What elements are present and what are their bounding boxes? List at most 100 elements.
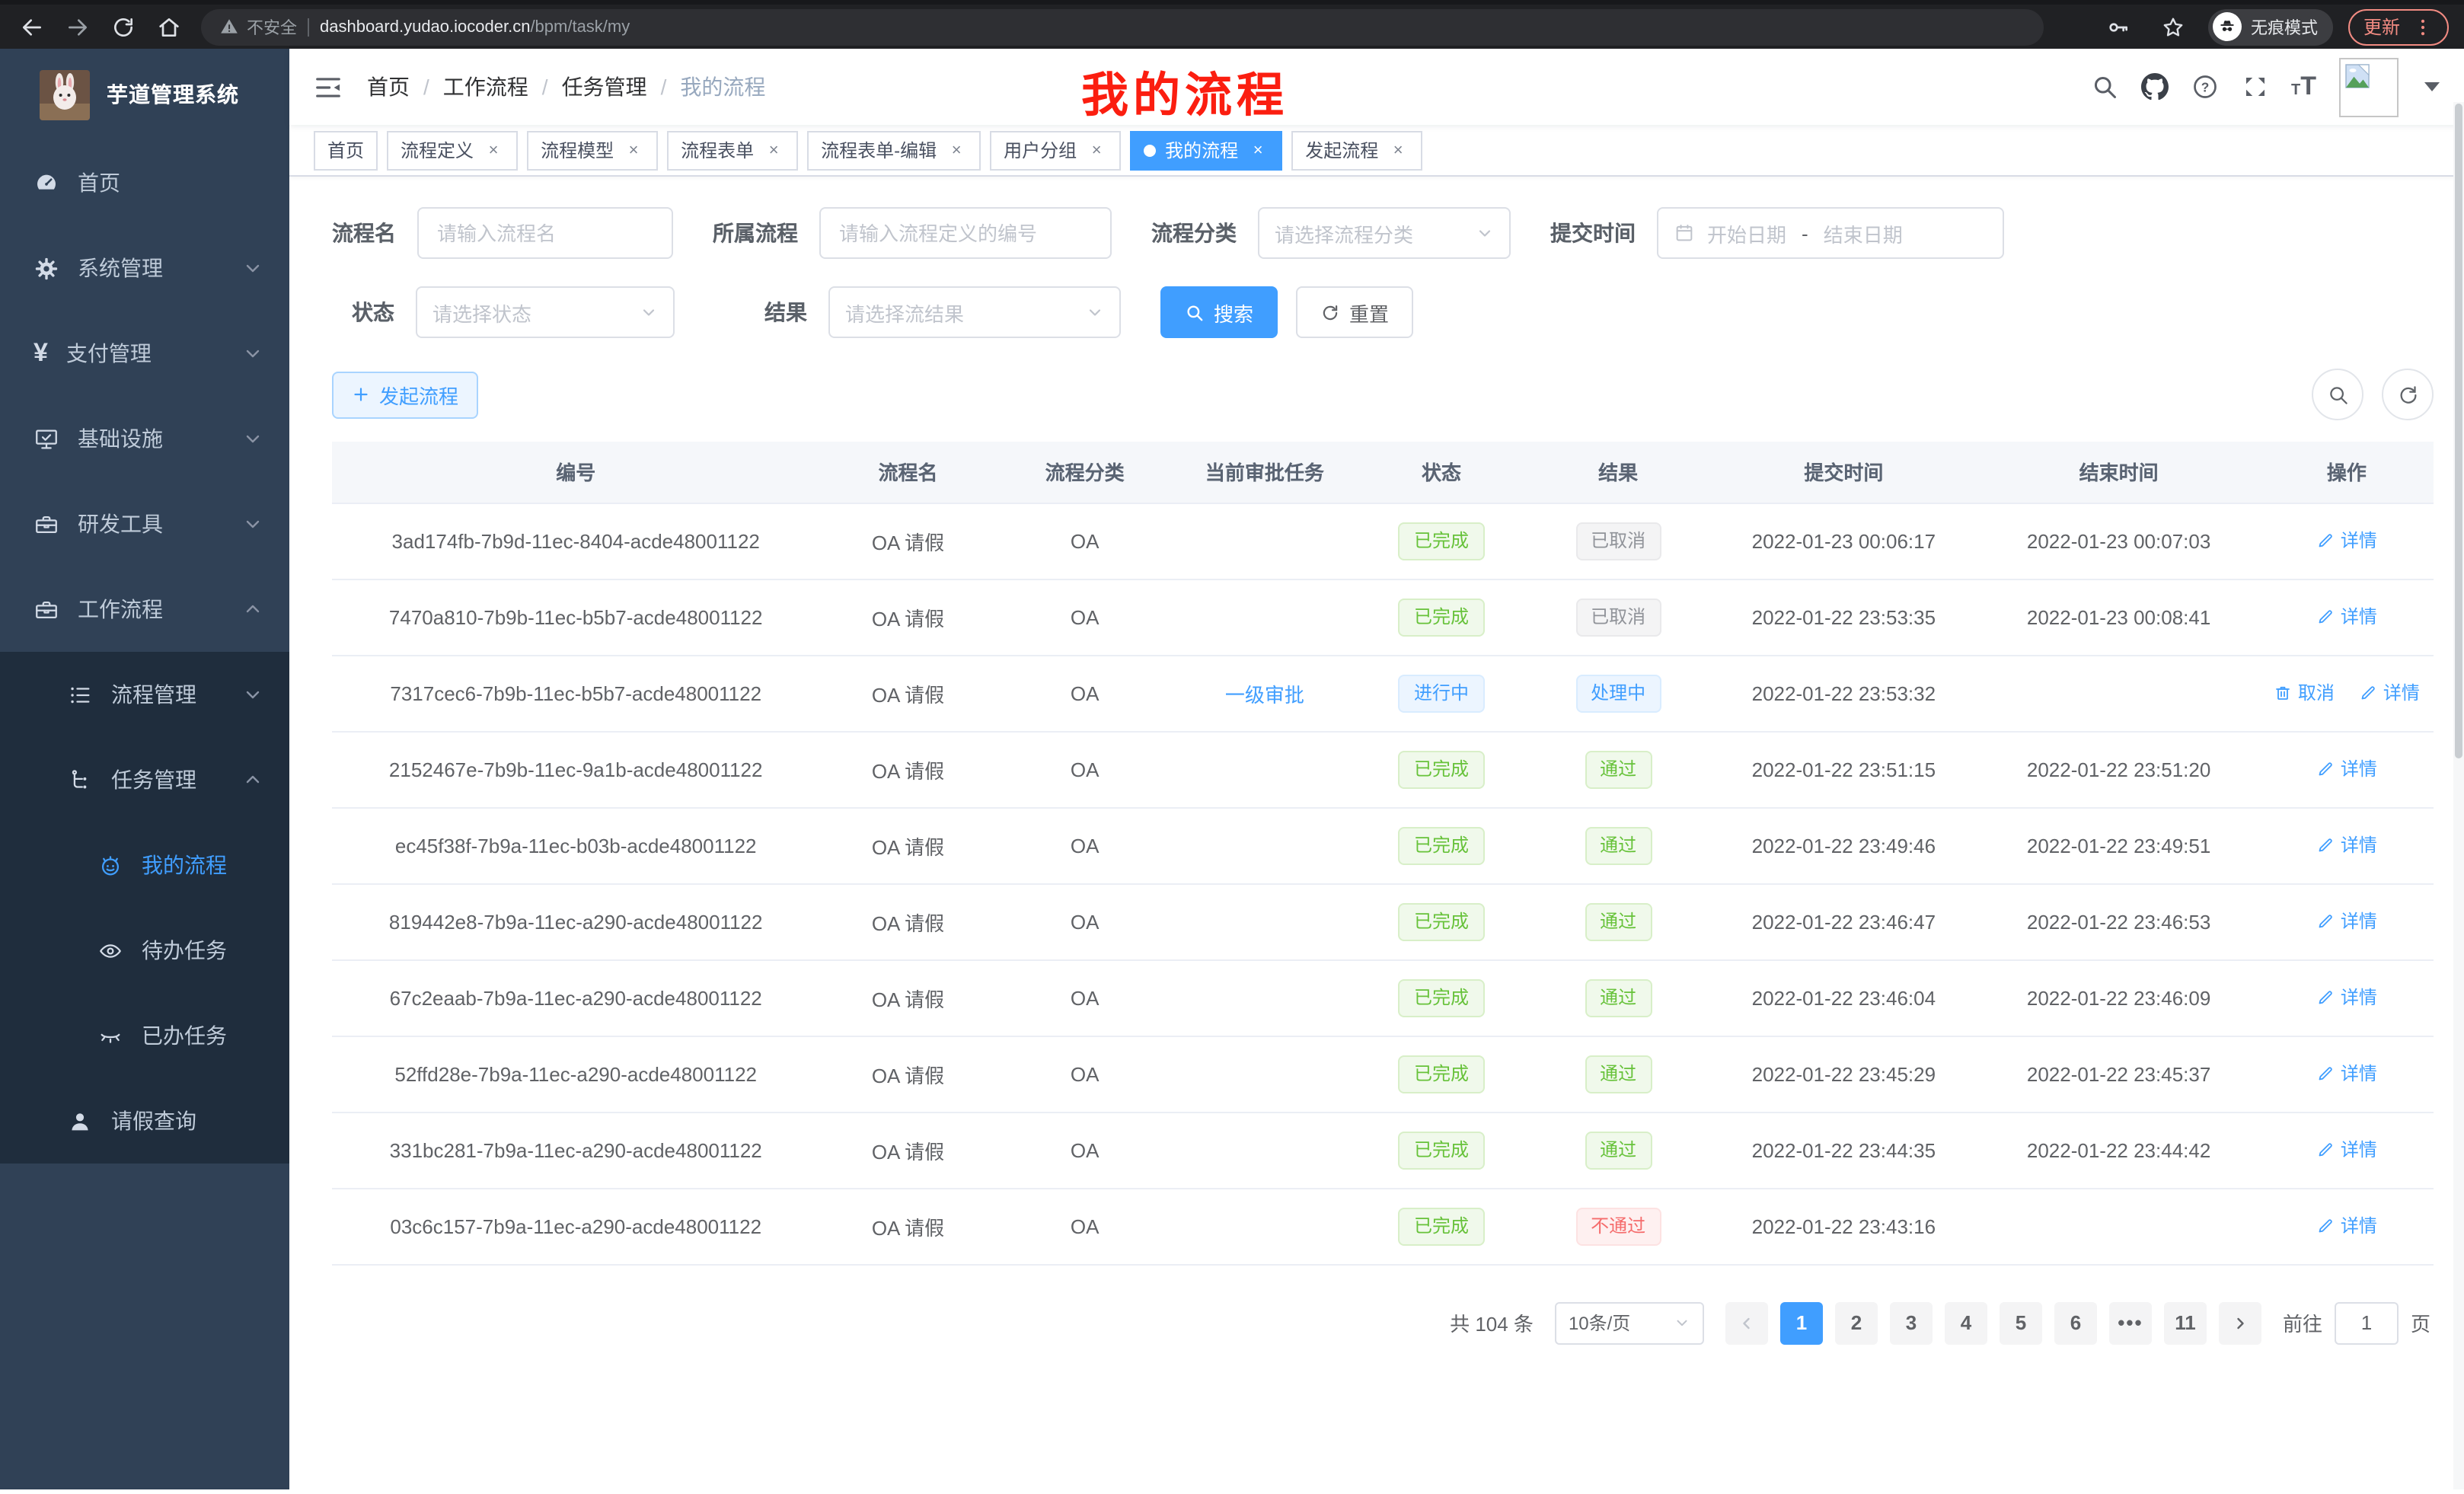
close-icon[interactable]: ×	[623, 139, 644, 161]
scrollbar-thumb[interactable]	[2455, 104, 2462, 758]
chevron-down-icon[interactable]	[2424, 82, 2440, 91]
sidebar-item-label: 请假查询	[111, 1106, 196, 1136]
page-button-4[interactable]: 4	[1945, 1301, 1987, 1344]
close-icon[interactable]: ×	[946, 139, 967, 161]
result-select[interactable]: 请选择流结果	[828, 286, 1121, 338]
breadcrumb-item[interactable]: 工作流程	[443, 72, 528, 102]
detail-action-button[interactable]: 详情	[2316, 908, 2377, 934]
page-button-5[interactable]: 5	[2000, 1301, 2042, 1344]
tab-start-process[interactable]: 发起流程 ×	[1291, 130, 1422, 170]
page-button-2[interactable]: 2	[1835, 1301, 1878, 1344]
result-badge: 不通过	[1575, 1207, 1661, 1245]
reset-button[interactable]: 重置	[1296, 286, 1413, 338]
breadcrumb-item[interactable]: 首页	[367, 72, 410, 102]
update-button[interactable]: 更新	[2348, 8, 2449, 45]
url-bar[interactable]: 不安全 dashboard.yudao.iocoder.cn/bpm/task/…	[201, 8, 2044, 45]
cell-category: OA	[997, 1188, 1173, 1264]
detail-action-button[interactable]: 详情	[2316, 1137, 2377, 1163]
avatar[interactable]	[2339, 57, 2399, 117]
tab-process-form-edit[interactable]: 流程表单-编辑 ×	[807, 130, 981, 170]
forward-button[interactable]	[58, 7, 97, 46]
reload-button[interactable]	[104, 7, 143, 46]
page-button-1[interactable]: 1	[1780, 1301, 1823, 1344]
create-process-button[interactable]: 发起流程	[332, 371, 478, 418]
tab-process-definition[interactable]: 流程定义 ×	[387, 130, 518, 170]
detail-action-button[interactable]: 详情	[2316, 1213, 2377, 1239]
page-button-6[interactable]: 6	[2054, 1301, 2097, 1344]
github-icon[interactable]	[2140, 73, 2168, 101]
detail-action-button[interactable]: 详情	[2316, 985, 2377, 1010]
cell-id: 2152467e-7b9b-11ec-9a1b-acde48001122	[332, 731, 819, 807]
sidebar-item-system[interactable]: 系统管理	[0, 225, 289, 311]
close-icon[interactable]: ×	[1247, 139, 1269, 161]
more-pages-button[interactable]: •••	[2109, 1301, 2152, 1344]
sidebar-collapse-icon[interactable]	[314, 72, 343, 101]
menu-dots-icon	[2412, 16, 2434, 37]
close-icon[interactable]: ×	[1086, 139, 1107, 161]
refresh-table-button[interactable]	[2382, 369, 2434, 420]
sidebar-item-process-management[interactable]: 流程管理	[0, 652, 289, 737]
chevron-down-icon	[1086, 303, 1104, 321]
detail-action-button[interactable]: 详情	[2316, 528, 2377, 554]
goto-page-input[interactable]	[2335, 1301, 2399, 1344]
help-icon[interactable]: ?	[2191, 73, 2218, 101]
category-label: 流程分类	[1151, 218, 1237, 248]
page-size-select[interactable]: 10条/页	[1555, 1301, 1704, 1344]
submit-time-label: 提交时间	[1550, 218, 1636, 248]
page-button-11[interactable]: 11	[2164, 1301, 2207, 1344]
close-icon[interactable]: ×	[1387, 139, 1409, 161]
total-count: 共 104 条	[1450, 1308, 1534, 1337]
current-task-link[interactable]: 一级审批	[1225, 683, 1304, 706]
monitor-icon	[34, 426, 59, 452]
detail-action-button[interactable]: 详情	[2359, 680, 2420, 706]
tab-user-group[interactable]: 用户分组 ×	[990, 130, 1121, 170]
next-page-button[interactable]	[2219, 1301, 2261, 1344]
bookmark-star-icon[interactable]	[2153, 7, 2193, 46]
app-title: 芋道管理系统	[107, 79, 239, 110]
sidebar-item-done-tasks[interactable]: 已办任务	[0, 993, 289, 1078]
fullscreen-icon[interactable]	[2241, 73, 2268, 101]
tab-my-process[interactable]: 我的流程 ×	[1130, 130, 1282, 170]
search-icon[interactable]	[2090, 73, 2118, 101]
page-scrollbar[interactable]	[2453, 102, 2464, 1489]
cancel-action-button[interactable]: 取消	[2274, 680, 2335, 706]
breadcrumb-item[interactable]: 任务管理	[562, 72, 647, 102]
detail-action-button[interactable]: 详情	[2316, 832, 2377, 858]
edit-icon	[2316, 912, 2335, 931]
sidebar-item-task-management[interactable]: 任务管理	[0, 737, 289, 822]
sidebar-item-workflow[interactable]: 工作流程	[0, 567, 289, 652]
category-select[interactable]: 请选择流程分类	[1258, 207, 1511, 259]
tab-process-form[interactable]: 流程表单 ×	[667, 130, 798, 170]
sidebar-item-payment[interactable]: ¥ 支付管理	[0, 311, 289, 396]
cell-category: OA	[997, 807, 1173, 883]
page-button-3[interactable]: 3	[1890, 1301, 1933, 1344]
parent-process-input[interactable]	[819, 207, 1112, 259]
sidebar-item-todo-tasks[interactable]: 待办任务	[0, 908, 289, 993]
process-name-input[interactable]	[417, 207, 673, 259]
detail-action-button[interactable]: 详情	[2316, 756, 2377, 782]
tab-process-model[interactable]: 流程模型 ×	[527, 130, 658, 170]
app-logo[interactable]: 芋道管理系统	[0, 49, 289, 140]
sidebar-item-dev-tools[interactable]: 研发工具	[0, 481, 289, 567]
close-icon[interactable]: ×	[483, 139, 504, 161]
sidebar-item-home[interactable]: 首页	[0, 140, 289, 225]
close-icon[interactable]: ×	[763, 139, 784, 161]
cell-process-name: OA 请假	[819, 731, 996, 807]
sidebar-item-infrastructure[interactable]: 基础设施	[0, 396, 289, 481]
sidebar-item-leave-query[interactable]: 请假查询	[0, 1078, 289, 1164]
font-size-icon[interactable]: TT	[2291, 75, 2316, 99]
prev-page-button[interactable]	[1725, 1301, 1768, 1344]
sidebar-item-my-process[interactable]: 我的流程	[0, 822, 289, 908]
tab-home[interactable]: 首页	[314, 130, 378, 170]
search-button[interactable]: 搜索	[1160, 286, 1278, 338]
password-key-icon[interactable]	[2099, 7, 2138, 46]
home-button[interactable]	[149, 7, 189, 46]
status-badge: 已完成	[1399, 1055, 1484, 1093]
detail-action-button[interactable]: 详情	[2316, 1061, 2377, 1087]
back-button[interactable]	[12, 7, 52, 46]
detail-action-button[interactable]: 详情	[2316, 604, 2377, 630]
show-search-button[interactable]	[2312, 369, 2363, 420]
cell-process-name: OA 请假	[819, 883, 996, 959]
status-select[interactable]: 请选择状态	[416, 286, 675, 338]
submit-time-range-picker[interactable]: 开始日期 - 结束日期	[1657, 207, 2004, 259]
